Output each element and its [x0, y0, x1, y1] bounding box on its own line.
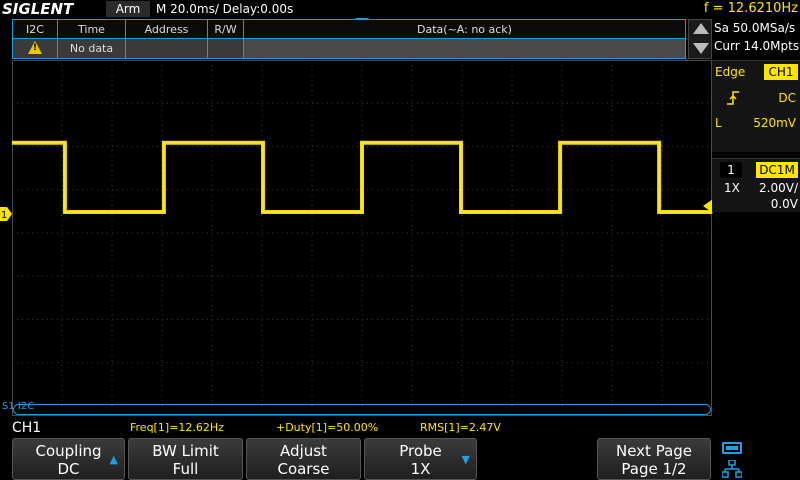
col-header-protocol: I2C	[13, 20, 58, 39]
channel-number: 1	[720, 162, 742, 178]
trigger-coupling: DC	[778, 91, 796, 105]
i2c-decode-table: I2C Time Address R/W Data(~A: no ack) ! …	[12, 19, 686, 59]
coupling-softkey[interactable]: Coupling DC ▲	[12, 438, 125, 480]
softkey-value: Full	[172, 460, 199, 478]
measurement-bar: CH1 Freq[1]=12.62Hz +Duty[1]=50.00% RMS[…	[0, 419, 800, 437]
next-page-softkey[interactable]: Next Page Page 1/2	[597, 438, 711, 480]
channel-coupling-badge: DC1M	[756, 162, 798, 178]
softkey-title: Probe	[399, 442, 442, 460]
row-data-cell	[244, 39, 685, 58]
system-icons	[716, 440, 800, 480]
channel-offset: 0.0V	[770, 197, 798, 211]
sample-rate-readout: Sa 50.0MSa/s	[714, 21, 796, 35]
ch1-waveform-highlight	[12, 142, 712, 213]
timebase-readout[interactable]: M 20.0ms/ Delay:0.00s	[156, 0, 293, 18]
softkey-title: Coupling	[35, 442, 102, 460]
cycle-up-icon: ▲	[109, 453, 118, 466]
frequency-counter: f = 12.6210Hz	[703, 1, 798, 16]
brand-logo: SIGLENT	[2, 0, 74, 18]
col-header-data: Data(~A: no ack)	[417, 23, 512, 36]
i2c-bus-trace	[13, 404, 711, 415]
softkey-title: Adjust	[280, 442, 327, 460]
col-header-rw: R/W	[208, 20, 244, 39]
softkey-value: Coarse	[277, 460, 330, 478]
row-address-cell	[126, 39, 208, 58]
probe-softkey[interactable]: Probe 1X ▼	[364, 438, 477, 480]
col-header-time: Time	[58, 20, 126, 39]
rising-edge-icon	[727, 91, 739, 105]
right-info-panel: Sa 50.0MSa/s Curr 14.0Mpts Edge CH1 DC L…	[712, 18, 800, 438]
trigger-type: Edge	[715, 65, 746, 79]
table-row[interactable]: ! No data	[13, 39, 685, 58]
active-channel-label: CH1	[12, 420, 42, 436]
trigger-level-label: L	[715, 116, 722, 130]
softkey-value: 1X	[410, 460, 431, 478]
bw-limit-softkey[interactable]: BW Limit Full	[128, 438, 243, 480]
table-scrollbar[interactable]	[688, 19, 712, 59]
trigger-level-value: 520mV	[753, 116, 796, 130]
ch1-ground-marker[interactable]: 1	[0, 207, 12, 221]
trigger-settings-box[interactable]: Edge CH1 DC L 520mV	[712, 60, 800, 152]
scroll-down-icon[interactable]	[693, 43, 709, 54]
channel1-settings-box[interactable]: 1 DC1M 1X 2.00V/ 0.0V	[712, 158, 800, 212]
softkey-value: Page 1/2	[621, 460, 687, 478]
measurement-frequency: Freq[1]=12.62Hz	[130, 421, 224, 434]
softkey-value: DC	[57, 460, 80, 478]
lan-icon	[722, 460, 742, 478]
run-state-badge[interactable]: Arm	[106, 1, 150, 17]
decode-table-header: I2C Time Address R/W Data(~A: no ack)	[13, 20, 685, 39]
usb-icon	[722, 442, 742, 454]
warning-icon: !	[28, 41, 42, 54]
adjust-softkey[interactable]: Adjust Coarse	[246, 438, 361, 480]
softkey-title: Next Page	[615, 442, 693, 460]
row-rw-cell	[208, 39, 244, 58]
graticule	[12, 60, 712, 416]
row-time-cell: No data	[58, 39, 126, 58]
col-header-address: Address	[126, 20, 208, 39]
softkey-title: BW Limit	[152, 442, 219, 460]
memory-depth-readout: Curr 14.0Mpts	[714, 39, 800, 53]
cycle-down-icon: ▼	[461, 453, 470, 466]
trigger-source-badge: CH1	[764, 64, 798, 80]
channel-probe-ratio: 1X	[724, 181, 740, 195]
status-bar: SIGLENT Arm M 20.0ms/ Delay:0.00s f = 12…	[0, 0, 800, 18]
row-status-cell: !	[13, 39, 58, 58]
measurement-duty: +Duty[1]=50.00%	[276, 421, 379, 434]
scroll-up-icon[interactable]	[693, 23, 709, 34]
bus-label: S1 I2C	[2, 401, 35, 412]
channel-vertical-scale: 2.00V/	[759, 181, 798, 195]
waveform-grid[interactable]	[12, 60, 712, 416]
ch1-marker-label: 1	[1, 210, 7, 221]
measurement-rms: RMS[1]=2.47V	[420, 421, 501, 434]
